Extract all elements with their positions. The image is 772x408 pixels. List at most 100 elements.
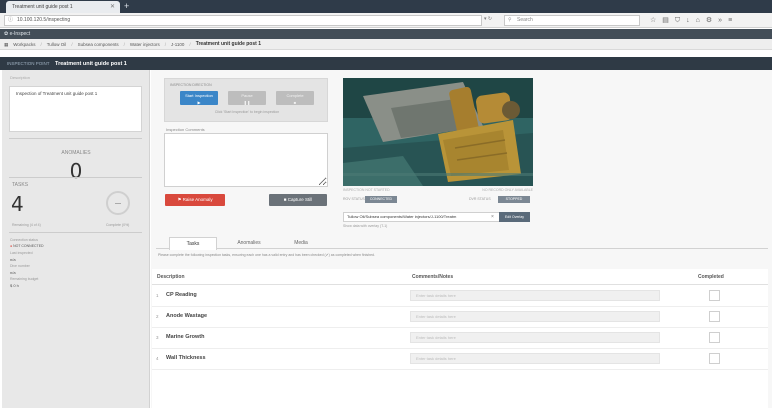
- browser-toolbar-icons: ☆ ▤ ⛉ ↓ ⌂ ⚙ » ≡: [650, 15, 732, 26]
- rov-video-feed[interactable]: [343, 78, 533, 186]
- browser-toolbar: ⓘ 10.100.120.5/inspecting ▾ ↻ ⚲ Search ☆…: [0, 13, 772, 28]
- new-tab-icon[interactable]: +: [124, 1, 129, 12]
- pause-inspection-button[interactable]: Pause ❚❚: [228, 91, 266, 105]
- raise-anomaly-button[interactable]: ⚑ Raise Anomaly: [165, 194, 225, 206]
- complete-inspection-button[interactable]: Complete ■: [276, 91, 314, 105]
- rov-status-badge: CONNECTED: [365, 196, 397, 203]
- rov-status-label: ROV STATUS: [343, 197, 365, 201]
- show-data-link[interactable]: Show data with overlay (T-1): [343, 224, 387, 228]
- tasks-count: 4: [11, 192, 24, 216]
- connection-status-value: NOT CONNECTED: [13, 244, 44, 248]
- task-name: Marine Growth: [166, 334, 205, 340]
- capture-still-label: Capture Still: [287, 197, 313, 202]
- task-name: Anode Wastage: [166, 313, 208, 319]
- app-name: e-Inspect: [9, 31, 31, 37]
- tab-tasks[interactable]: Tasks: [169, 237, 217, 250]
- search-placeholder: Search: [517, 17, 533, 23]
- reading-list-icon[interactable]: ▤: [662, 15, 669, 26]
- inspection-controls: INSPECTION DIRECTION Start Inspection ▶ …: [164, 78, 328, 122]
- dvr-status-badge: STOPPED: [498, 196, 530, 203]
- task-notes-input[interactable]: Enter task details here: [410, 332, 660, 343]
- task-completed-checkbox[interactable]: [709, 311, 720, 322]
- search-icon: ⚲: [508, 17, 512, 23]
- download-icon[interactable]: ↓: [686, 15, 690, 26]
- close-tab-icon[interactable]: ✕: [110, 1, 115, 13]
- reload-icon[interactable]: ▾ ↻: [484, 16, 492, 22]
- address-bar[interactable]: ⓘ 10.100.120.5/inspecting: [4, 15, 482, 26]
- extension-icon[interactable]: ⚙: [706, 15, 712, 26]
- progress-ring: [106, 191, 130, 215]
- divider: [9, 232, 142, 233]
- anomalies-count: 0: [69, 159, 83, 183]
- edit-overlay-button[interactable]: Edit Overlay: [499, 212, 530, 222]
- overlay-path-field[interactable]: Tullow Oil/Subsea components/Water injec…: [343, 212, 506, 222]
- column-description: Description: [157, 274, 185, 280]
- breadcrumb-separator: /: [123, 42, 125, 47]
- browser-search-input[interactable]: ⚲ Search: [504, 15, 640, 26]
- dive-number-value: n/a: [10, 270, 16, 275]
- last-inspected-value: n/a: [10, 257, 16, 262]
- inspection-direction-label: INSPECTION DIRECTION: [170, 83, 212, 87]
- tasks-table: Description Comments/Notes Completed 1 C…: [152, 269, 768, 408]
- bookmark-star-icon[interactable]: ☆: [650, 15, 656, 26]
- table-row: 3 Marine Growth Enter task details here: [152, 328, 768, 349]
- page-title-prefix: INSPECTION POINT: [7, 61, 50, 66]
- tasks-remaining-caption: Remaining (4 of 4): [12, 223, 41, 227]
- column-comments: Comments/Notes: [412, 274, 454, 280]
- breadcrumb-item[interactable]: J-1100: [171, 39, 184, 49]
- home-icon[interactable]: ⌂: [696, 15, 700, 26]
- table-header: Description Comments/Notes Completed: [152, 269, 768, 285]
- overflow-icon[interactable]: »: [718, 15, 722, 26]
- app-header: ✿ e-Inspect: [0, 29, 772, 39]
- pocket-icon[interactable]: ⛉: [675, 15, 680, 26]
- breadcrumb-item[interactable]: Workpacks: [13, 39, 35, 49]
- divider: [9, 177, 142, 178]
- browser-tab-title: Treatment unit guide post 1: [12, 4, 73, 10]
- pause-inspection-label: Pause: [241, 93, 253, 98]
- row-number: 3: [156, 335, 159, 340]
- grid-icon[interactable]: ▦: [4, 39, 8, 49]
- capture-still-button[interactable]: ■ Capture Still: [269, 194, 327, 206]
- video-left-caption: INSPECTION NOT STARTED: [343, 188, 390, 192]
- breadcrumb-separator: /: [40, 42, 42, 47]
- browser-tab-bar: Treatment unit guide post 1 ✕ +: [0, 0, 772, 13]
- task-notes-input[interactable]: Enter task details here: [410, 311, 660, 322]
- divider: [9, 138, 142, 139]
- row-number: 4: [156, 356, 159, 361]
- task-notes-input[interactable]: Enter task details here: [410, 353, 660, 364]
- task-completed-checkbox[interactable]: [709, 353, 720, 364]
- tab-anomalies[interactable]: Anomalies: [219, 237, 279, 249]
- task-completed-checkbox[interactable]: [709, 290, 720, 301]
- remaining-budget-label: Remaining budget: [10, 277, 39, 281]
- remaining-budget-value: $ 0 h: [10, 283, 19, 288]
- connection-status-label: Connection status: [10, 238, 39, 242]
- description-box: Inspection of Treatment unit guide post …: [9, 86, 142, 132]
- menu-icon[interactable]: ≡: [728, 15, 732, 26]
- clear-path-icon[interactable]: ×: [491, 212, 494, 222]
- column-completed: Completed: [698, 274, 724, 280]
- play-icon: ▶: [197, 100, 201, 105]
- page-title: Treatment unit guide post 1: [55, 61, 127, 67]
- inspection-comments-textarea[interactable]: [164, 133, 328, 187]
- task-completed-checkbox[interactable]: [709, 332, 720, 343]
- breadcrumb-current: Treatment unit guide post 1: [195, 41, 261, 47]
- anomalies-label: ANOMALIES: [61, 150, 91, 156]
- tasks-complete-caption: Complete (0%): [106, 223, 130, 227]
- start-inspection-label: Start Inspection: [185, 93, 213, 98]
- page-title-bar: INSPECTION POINT Treatment unit guide po…: [0, 57, 772, 70]
- breadcrumb-separator: /: [164, 42, 166, 47]
- breadcrumb-item[interactable]: Subsea components: [78, 39, 119, 49]
- progress-ring-dash: [115, 203, 121, 204]
- browser-tab[interactable]: Treatment unit guide post 1 ✕: [6, 1, 120, 13]
- dive-number-label: Dive number: [10, 264, 30, 268]
- sidebar: Description Inspection of Treatment unit…: [2, 70, 150, 408]
- breadcrumb-separator: /: [189, 42, 191, 47]
- breadcrumb-item[interactable]: Water injectors: [130, 39, 160, 49]
- tab-media[interactable]: Media: [279, 237, 323, 249]
- tasks-label: TASKS: [12, 182, 29, 188]
- table-row: 4 Wall Thickness Enter task details here: [152, 349, 768, 370]
- task-notes-input[interactable]: Enter task details here: [410, 290, 660, 301]
- start-inspection-button[interactable]: Start Inspection ▶: [180, 91, 218, 105]
- video-right-caption: NO RECORD ONLY AVAILABLE: [482, 188, 533, 192]
- breadcrumb-item[interactable]: Tullow Oil: [47, 39, 67, 49]
